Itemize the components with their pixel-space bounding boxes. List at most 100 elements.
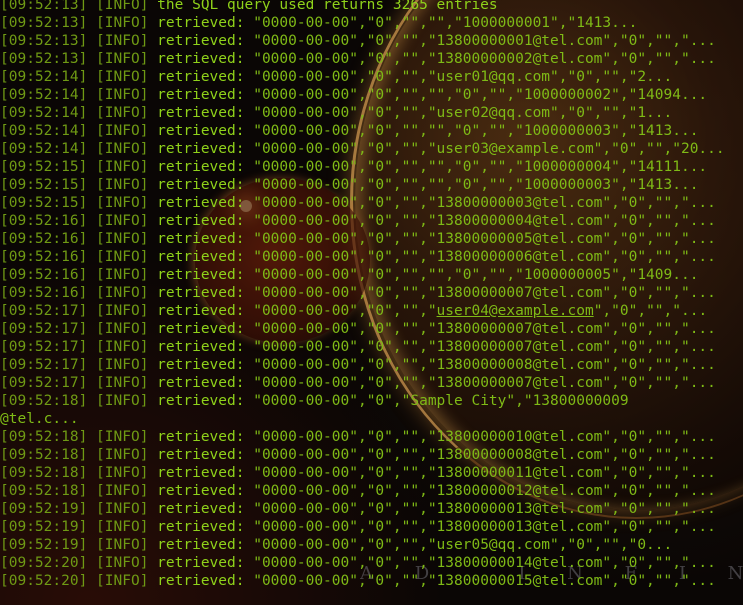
log-message: retrieved: (157, 357, 245, 373)
terminal-output[interactable]: [09:52:13] [INFO] the SQL query used ret… (0, 0, 743, 590)
log-line: [09:52:16] [INFO] retrieved: "0000-00-00… (0, 212, 743, 230)
log-value: "0000-00-00","0","","user01@qq.com","0",… (253, 69, 673, 85)
log-message: the SQL query used returns 3265 entries (157, 0, 498, 13)
log-level: [INFO] (96, 87, 149, 103)
log-message: retrieved: (157, 177, 245, 193)
log-value: "0000-00-00","0",""," (253, 303, 437, 319)
log-message: retrieved: (157, 249, 245, 265)
log-value: "0000-00-00","0","","13800000007@tel.com… (253, 339, 716, 355)
log-message: retrieved: (157, 429, 245, 445)
log-value: "0000-00-00","0","","","0","","100000000… (253, 159, 708, 175)
log-value: "0000-00-00","0","","","1000000001","141… (253, 15, 638, 31)
log-line: [09:52:18] [INFO] retrieved: "0000-00-00… (0, 392, 743, 410)
log-level: [INFO] (96, 393, 149, 409)
log-message: retrieved: (157, 195, 245, 211)
log-value: "0000-00-00","0","","user02@qq.com","0",… (253, 105, 673, 121)
log-timestamp: [09:52:18] (0, 447, 88, 463)
log-line: [09:52:19] [INFO] retrieved: "0000-00-00… (0, 536, 743, 554)
log-message: retrieved: (157, 501, 245, 517)
log-timestamp: [09:52:19] (0, 519, 88, 535)
log-level: [INFO] (96, 429, 149, 445)
log-value: "0000-00-00","0","","13800000014@tel.com… (253, 555, 716, 571)
log-level: [INFO] (96, 573, 149, 589)
log-value: "0000-00-00","0","","","0","","100000000… (253, 177, 699, 193)
log-timestamp: [09:52:15] (0, 177, 88, 193)
log-value: "0000-00-00","0","","user05@qq.com","0",… (253, 537, 673, 553)
log-value: "0000-00-00","0","","13800000013@tel.com… (253, 501, 716, 517)
log-timestamp: [09:52:15] (0, 159, 88, 175)
log-timestamp: [09:52:17] (0, 321, 88, 337)
log-message: retrieved: (157, 141, 245, 157)
log-message: retrieved: (157, 555, 245, 571)
log-message: retrieved: (157, 447, 245, 463)
log-timestamp: [09:52:14] (0, 123, 88, 139)
log-message: retrieved: (157, 375, 245, 391)
log-message: retrieved: (157, 537, 245, 553)
log-message: retrieved: (157, 339, 245, 355)
log-line: [09:52:13] [INFO] retrieved: "0000-00-00… (0, 14, 743, 32)
log-timestamp: [09:52:20] (0, 573, 88, 589)
log-line: [09:52:16] [INFO] retrieved: "0000-00-00… (0, 266, 743, 284)
log-line: [09:52:14] [INFO] retrieved: "0000-00-00… (0, 86, 743, 104)
log-message: retrieved: (157, 267, 245, 283)
log-timestamp: [09:52:19] (0, 537, 88, 553)
log-message: retrieved: (157, 393, 245, 409)
log-line: [09:52:18] [INFO] retrieved: "0000-00-00… (0, 428, 743, 446)
log-value: "0000-00-00","0","","13800000006@tel.com… (253, 249, 716, 265)
log-link[interactable]: user04@example.com (437, 303, 594, 319)
log-line: @tel.c... (0, 410, 743, 428)
log-timestamp: [09:52:16] (0, 267, 88, 283)
log-line: [09:52:15] [INFO] retrieved: "0000-00-00… (0, 176, 743, 194)
log-value: "0000-00-00","0","","user03@example.com"… (253, 141, 725, 157)
log-timestamp: [09:52:18] (0, 393, 88, 409)
log-timestamp: [09:52:20] (0, 555, 88, 571)
log-line: [09:52:18] [INFO] retrieved: "0000-00-00… (0, 482, 743, 500)
log-message: retrieved: (157, 231, 245, 247)
log-level: [INFO] (96, 195, 149, 211)
log-timestamp: [09:52:19] (0, 501, 88, 517)
log-value: "0000-00-00","0","","13800000010@tel.com… (253, 429, 716, 445)
log-level: [INFO] (96, 375, 149, 391)
terminal-window[interactable]: A D . I N F I N [09:52:13] [INFO] the SQ… (0, 0, 743, 605)
log-line: [09:52:17] [INFO] retrieved: "0000-00-00… (0, 356, 743, 374)
log-value: "0000-00-00","0","","13800000003@tel.com… (253, 195, 716, 211)
log-line: [09:52:19] [INFO] retrieved: "0000-00-00… (0, 518, 743, 536)
log-timestamp: [09:52:14] (0, 105, 88, 121)
log-value: "0000-00-00","0","","13800000002@tel.com… (253, 51, 716, 67)
log-message: retrieved: (157, 573, 245, 589)
log-value: "0000-00-00","0","","13800000011@tel.com… (253, 465, 716, 481)
log-level: [INFO] (96, 15, 149, 31)
log-timestamp: [09:52:14] (0, 141, 88, 157)
log-timestamp: [09:52:15] (0, 195, 88, 211)
log-value: "0000-00-00","0","","13800000012@tel.com… (253, 483, 716, 499)
log-line: [09:52:17] [INFO] retrieved: "0000-00-00… (0, 320, 743, 338)
log-line: [09:52:19] [INFO] retrieved: "0000-00-00… (0, 500, 743, 518)
log-timestamp: [09:52:14] (0, 87, 88, 103)
log-line: [09:52:16] [INFO] retrieved: "0000-00-00… (0, 248, 743, 266)
log-timestamp: [09:52:16] (0, 213, 88, 229)
log-line: [09:52:13] [INFO] retrieved: "0000-00-00… (0, 50, 743, 68)
log-level: [INFO] (96, 0, 149, 13)
log-timestamp: [09:52:18] (0, 483, 88, 499)
log-timestamp: [09:52:16] (0, 285, 88, 301)
log-line: [09:52:16] [INFO] retrieved: "0000-00-00… (0, 284, 743, 302)
log-message: retrieved: (157, 483, 245, 499)
log-level: [INFO] (96, 501, 149, 517)
log-level: [INFO] (96, 537, 149, 553)
log-message: retrieved: (157, 33, 245, 49)
log-level: [INFO] (96, 33, 149, 49)
log-value: "0000-00-00","0","","13800000007@tel.com… (253, 285, 716, 301)
log-message: retrieved: (157, 465, 245, 481)
log-timestamp: [09:52:13] (0, 0, 88, 13)
log-level: [INFO] (96, 465, 149, 481)
log-timestamp: [09:52:16] (0, 231, 88, 247)
log-message: retrieved: (157, 321, 245, 337)
log-level: [INFO] (96, 213, 149, 229)
log-value: "0000-00-00","0","","13800000008@tel.com… (253, 357, 716, 373)
log-line: [09:52:18] [INFO] retrieved: "0000-00-00… (0, 464, 743, 482)
log-line: [09:52:20] [INFO] retrieved: "0000-00-00… (0, 554, 743, 572)
log-message: retrieved: (157, 213, 245, 229)
log-message: retrieved: (157, 285, 245, 301)
log-level: [INFO] (96, 51, 149, 67)
log-message: retrieved: (157, 159, 245, 175)
